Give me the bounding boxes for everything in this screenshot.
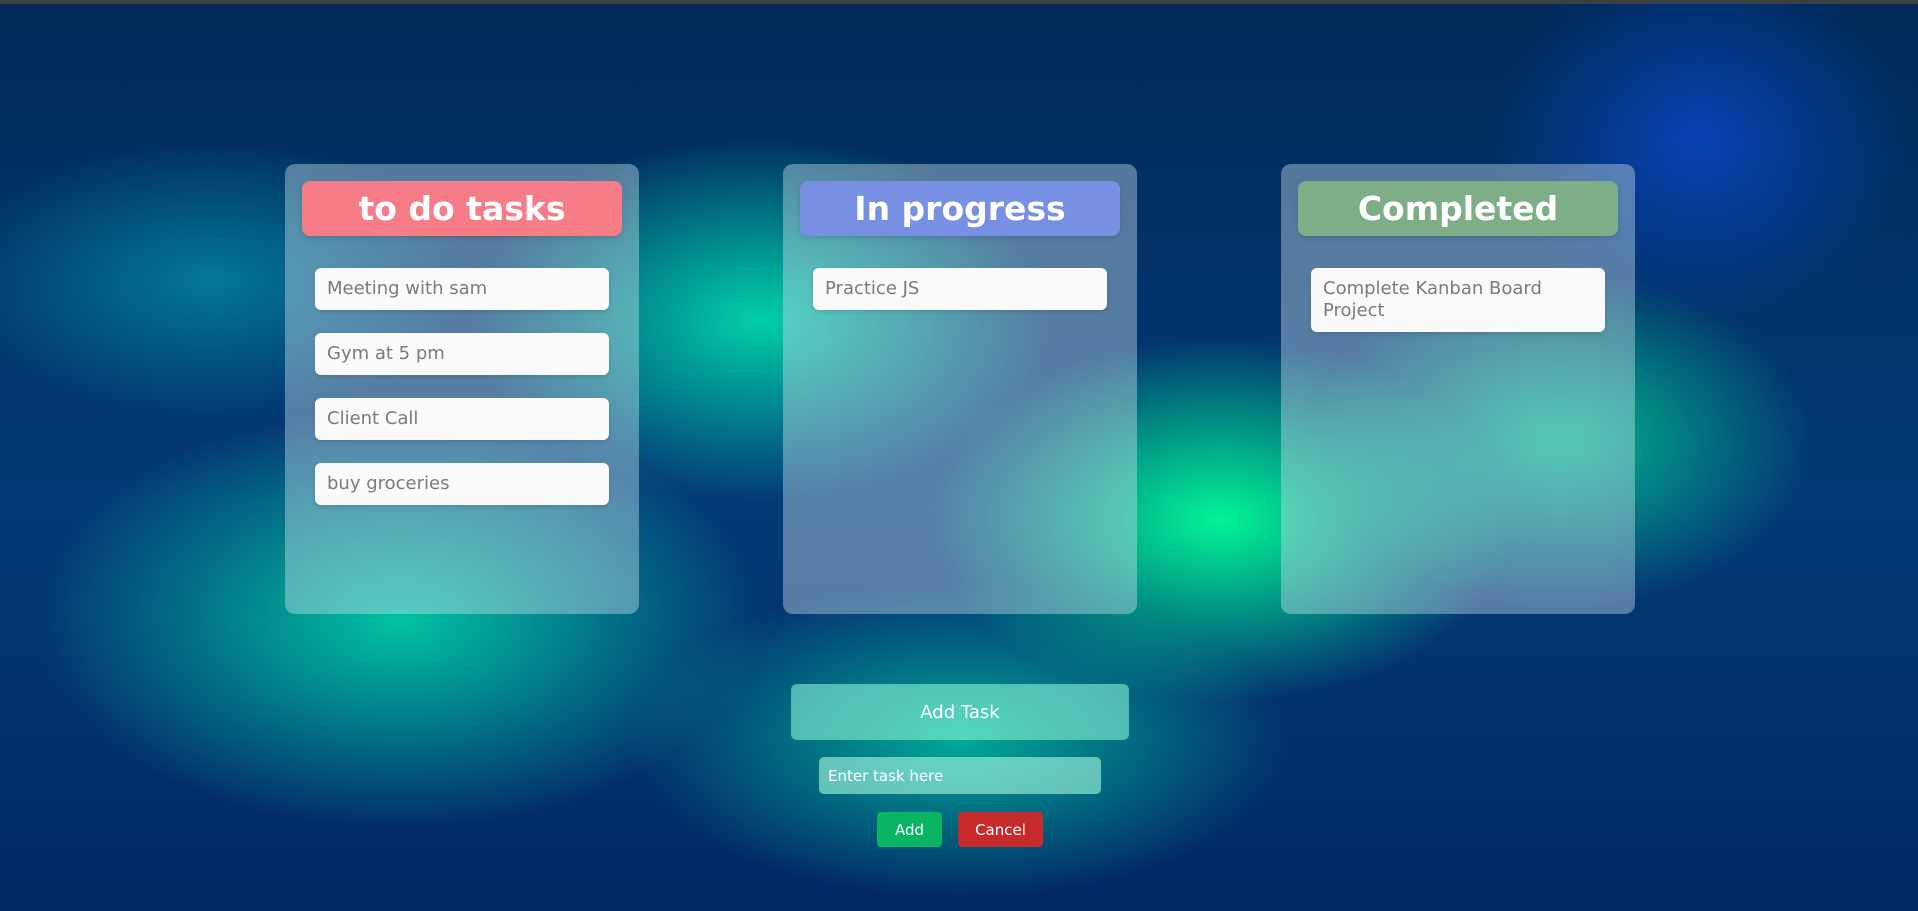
add-task-toggle-button[interactable]: Add Task (791, 684, 1129, 740)
task-input[interactable] (819, 757, 1101, 794)
column-in-progress-title: In progress (800, 181, 1120, 236)
add-button[interactable]: Add (877, 812, 942, 847)
column-todo[interactable]: to do tasks Meeting with sam Gym at 5 pm… (285, 164, 639, 614)
completed-task-list: Complete Kanban Board Project (1311, 268, 1605, 355)
task-card[interactable]: Practice JS (813, 268, 1107, 310)
task-card[interactable]: Complete Kanban Board Project (1311, 268, 1605, 332)
browser-top-edge (0, 0, 1918, 4)
column-todo-title: to do tasks (302, 181, 622, 236)
task-card[interactable]: Gym at 5 pm (315, 333, 609, 375)
task-card[interactable]: buy groceries (315, 463, 609, 505)
task-card[interactable]: Meeting with sam (315, 268, 609, 310)
column-in-progress[interactable]: In progress Practice JS (783, 164, 1137, 614)
column-completed-title: Completed (1298, 181, 1618, 236)
cancel-button[interactable]: Cancel (958, 812, 1043, 847)
task-card[interactable]: Client Call (315, 398, 609, 440)
in-progress-task-list: Practice JS (813, 268, 1107, 333)
column-completed[interactable]: Completed Complete Kanban Board Project (1281, 164, 1635, 614)
todo-task-list: Meeting with sam Gym at 5 pm Client Call… (315, 268, 609, 528)
